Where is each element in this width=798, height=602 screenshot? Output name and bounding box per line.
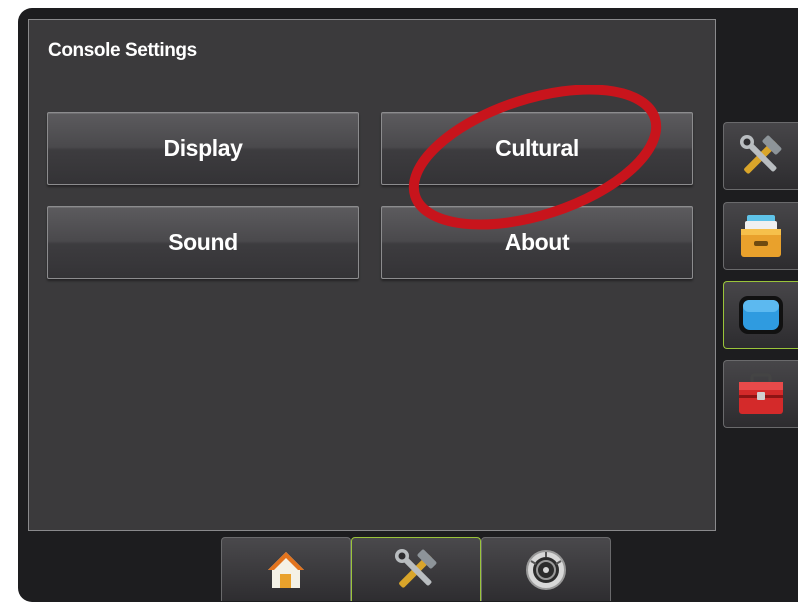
panel-title: Console Settings [48, 40, 197, 61]
side-tab-files[interactable] [723, 202, 798, 270]
toolbox-icon [739, 373, 783, 414]
side-tab-display[interactable] [723, 281, 798, 349]
bottom-tab-tools[interactable] [351, 537, 481, 601]
home-icon [268, 551, 304, 588]
monitor-icon [739, 296, 783, 334]
side-tab-tools[interactable] [723, 122, 798, 190]
wrench-hammer-icon [395, 548, 437, 588]
file-drawer-icon [741, 215, 781, 257]
bottom-tab-home[interactable] [221, 537, 351, 601]
sound-button[interactable]: Sound [47, 206, 359, 279]
display-button[interactable]: Display [47, 112, 359, 185]
console-settings-panel: Console Settings Display Cultural Sound … [28, 19, 716, 531]
speedometer-icon [526, 549, 566, 590]
about-button[interactable]: About [381, 206, 693, 279]
wrench-hammer-icon [740, 135, 782, 174]
bottom-tab-gauge[interactable] [481, 537, 611, 601]
side-tab-toolbox[interactable] [723, 360, 798, 428]
cultural-button[interactable]: Cultural [381, 112, 693, 185]
